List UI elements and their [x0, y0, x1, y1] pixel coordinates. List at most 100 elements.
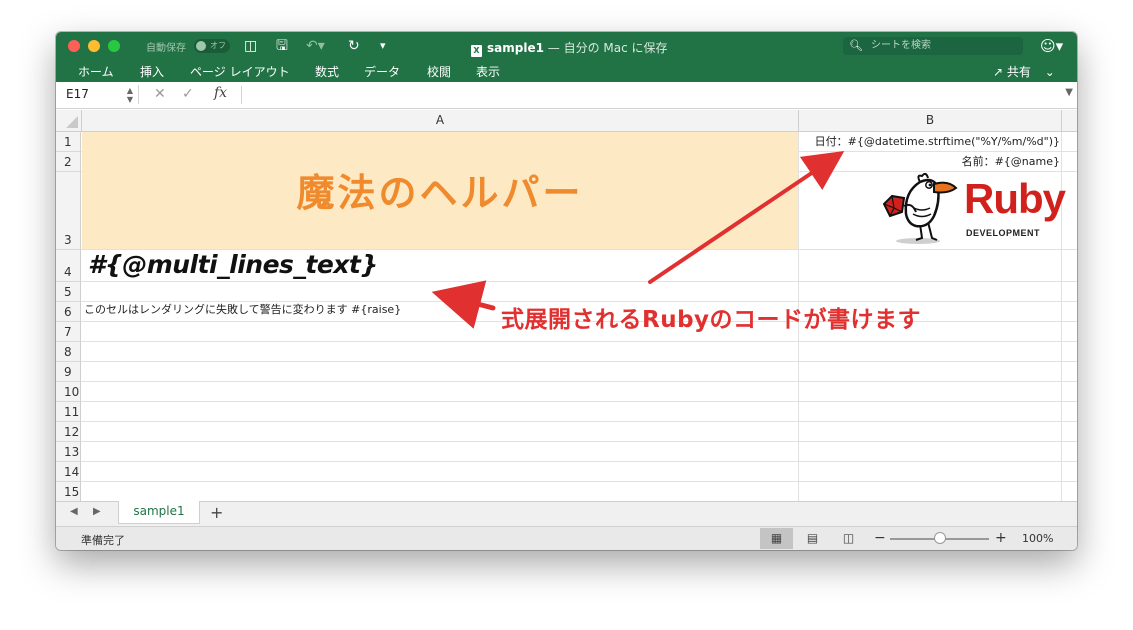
window-title: Xsample1 — 自分の Mac に保存	[471, 39, 668, 57]
cancel-entry-icon[interactable]: ✕	[154, 86, 166, 102]
row-number: 13	[64, 445, 80, 459]
tab-review[interactable]: 校閲	[427, 63, 451, 80]
zoom-out-button[interactable]: −	[874, 530, 886, 546]
ribbon-collapse-icon: ⌄	[1044, 65, 1055, 79]
insert-function-button[interactable]: fx	[214, 85, 227, 101]
sheet-tab-sample1[interactable]: sample1	[118, 501, 200, 524]
row-number: 4	[64, 265, 72, 279]
row-header-2[interactable]: 2	[56, 152, 81, 172]
formula-input[interactable]	[241, 86, 1042, 104]
merged-cell-a1-a3[interactable]: 魔法のヘルパー	[82, 132, 798, 249]
cell-b1[interactable]: 日付：#{@datetime.strftime("%Y/%m/%d")}	[798, 132, 1060, 152]
close-window-button[interactable]	[68, 40, 80, 52]
row-header-3[interactable]: 3	[56, 172, 81, 250]
arrow-to-cell-a6	[431, 280, 496, 329]
row-header-6[interactable]: 6	[56, 302, 81, 322]
redo-icon[interactable]: ↻	[348, 37, 360, 55]
confirm-entry-icon[interactable]: ✓	[182, 86, 194, 102]
column-header-a[interactable]: A	[82, 110, 799, 131]
gridline	[81, 461, 1077, 462]
sidebar-panel-icon[interactable]: ◫	[244, 37, 257, 55]
row-number: 12	[64, 425, 80, 439]
zoom-window-button[interactable]	[108, 40, 120, 52]
expand-formula-bar-icon[interactable]: ▼	[1065, 87, 1073, 98]
row-header-8[interactable]: 8	[56, 342, 81, 362]
tab-formulas[interactable]: 数式	[315, 63, 339, 80]
column-header-c[interactable]	[1062, 110, 1077, 131]
tab-data[interactable]: データ	[364, 63, 400, 80]
row-header-4[interactable]: 4	[56, 250, 81, 282]
row-header-10[interactable]: 10	[56, 382, 81, 402]
file-name: sample1	[487, 41, 544, 55]
gridline	[81, 421, 1077, 422]
ruby-development-logo: Ruby DEVELOPMENT	[876, 172, 1066, 248]
annotation-label: 式展開されるRubyのコードが書けます	[501, 307, 922, 333]
share-button[interactable]: ↗ 共有 ⌄	[993, 63, 1055, 80]
sheet-search-input[interactable]: 🔍︎ シートを検索	[843, 37, 1023, 55]
name-box-stepper-icon: ▲ ▼	[126, 86, 133, 104]
banner-title: 魔法のヘルパー	[296, 171, 584, 215]
gridline	[81, 361, 1077, 362]
gridline	[81, 341, 1077, 342]
tab-home[interactable]: ホーム	[78, 63, 114, 80]
zoom-slider-knob[interactable]	[934, 532, 946, 544]
minimize-window-button[interactable]	[88, 40, 100, 52]
page-layout-view-button[interactable]: ▤	[796, 528, 829, 549]
row-header-5[interactable]: 5	[56, 282, 81, 302]
ribbon-tabs: ホーム 挿入 ページ レイアウト 数式 データ 校閲 表示 ↗ 共有 ⌄	[56, 60, 1077, 82]
column-header-b[interactable]: B	[799, 110, 1062, 131]
autosave-state: オフ	[210, 41, 226, 50]
name-box-value: E17	[66, 87, 89, 101]
row-header-11[interactable]: 11	[56, 402, 81, 422]
select-all-button[interactable]	[56, 110, 82, 131]
feedback-smiley-icon[interactable]: ☺▾	[1040, 37, 1063, 55]
autosave-toggle[interactable]: オフ	[194, 39, 230, 53]
row-header-9[interactable]: 9	[56, 362, 81, 382]
row-number: 1	[64, 135, 72, 149]
tab-insert[interactable]: 挿入	[140, 63, 164, 80]
zoom-in-button[interactable]: +	[995, 530, 1007, 546]
next-sheet-icon[interactable]: ▶	[93, 506, 101, 517]
cell-a4[interactable]: #{@multi_lines_text}	[88, 250, 378, 279]
cell-b2[interactable]: 名前：#{@name}	[798, 152, 1060, 172]
row-header-12[interactable]: 12	[56, 422, 81, 442]
prev-sheet-icon[interactable]: ◀	[70, 506, 78, 517]
page-break-view-button[interactable]: ◫	[832, 528, 865, 549]
row-header-13[interactable]: 13	[56, 442, 81, 462]
row-header-15[interactable]: 15	[56, 482, 81, 501]
name-box[interactable]: E17 ▲ ▼	[60, 85, 139, 104]
row-header-7[interactable]: 7	[56, 322, 81, 342]
formula-bar: E17 ▲ ▼ ✕ ✓ fx ▼	[56, 82, 1077, 109]
row-number: 10	[64, 385, 80, 399]
gridline	[81, 401, 1077, 402]
tab-view[interactable]: 表示	[476, 63, 500, 80]
gridline	[81, 441, 1077, 442]
gridline	[81, 481, 1077, 482]
add-sheet-button[interactable]: +	[210, 503, 223, 522]
title-bar: 自動保存 オフ ◫ 🖫 ↶▾ ↻ ▾ Xsample1 — 自分の Mac に保…	[56, 32, 1077, 60]
excel-file-icon: X	[471, 45, 482, 57]
autosave-label: 自動保存	[146, 43, 186, 54]
cell-a6[interactable]: このセルはレンダリングに失敗して警告に変わります #{raise}	[84, 300, 401, 320]
row-header-14[interactable]: 14	[56, 462, 81, 482]
tab-page-layout[interactable]: ページ レイアウト	[190, 63, 290, 80]
row-number: 14	[64, 465, 80, 479]
row-number: 2	[64, 155, 72, 169]
row-header-1[interactable]: 1	[56, 132, 81, 152]
select-all-triangle-icon	[66, 116, 78, 128]
logo-tagline: DEVELOPMENT	[966, 228, 1041, 238]
search-placeholder: シートを検索	[871, 40, 931, 51]
gridline	[81, 381, 1077, 382]
save-icon[interactable]: 🖫	[276, 37, 288, 55]
gridline	[81, 281, 1077, 282]
save-location: — 自分の Mac に保存	[543, 41, 668, 55]
customize-toolbar-icon[interactable]: ▾	[380, 37, 386, 55]
worksheet-grid: A B 1 2 3 4 5 6 7 8 9 10 11 12 13 14 15	[56, 110, 1077, 501]
row-number: 11	[64, 405, 80, 419]
zoom-level: 100%	[1022, 532, 1054, 545]
row-number: 15	[64, 485, 80, 499]
share-icon: ↗	[993, 65, 1004, 79]
row-number: 6	[64, 305, 72, 319]
undo-icon[interactable]: ↶▾	[306, 37, 325, 55]
normal-view-button[interactable]: ▦	[760, 528, 793, 549]
